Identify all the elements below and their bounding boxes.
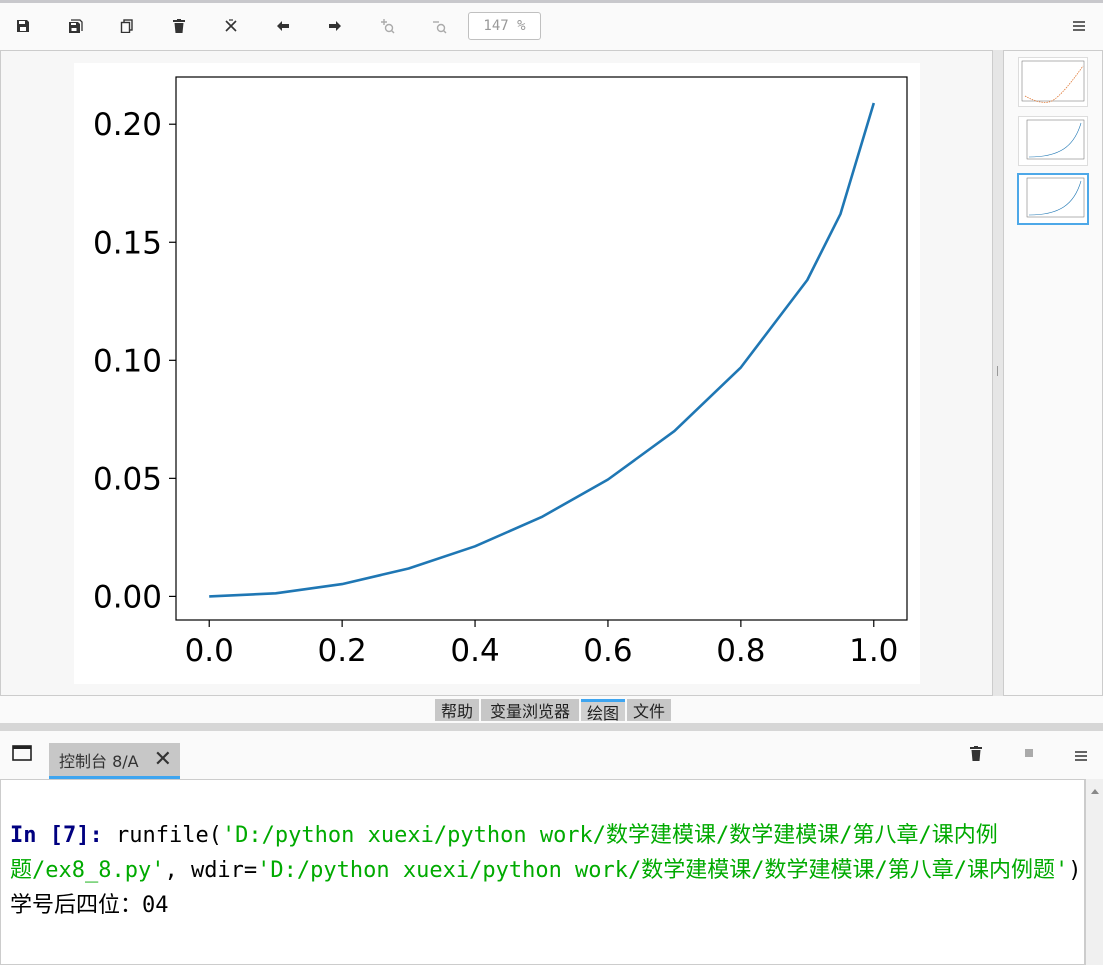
close-icon[interactable]: ✕ xyxy=(154,747,172,772)
input-prompt: In [7]: xyxy=(10,823,103,848)
thumbnail-1[interactable] xyxy=(1018,57,1088,107)
thumbnail-3-selected[interactable] xyxy=(1017,173,1089,225)
figure-canvas: 0.0 0.2 0.4 0.6 0.8 1.0 0.00 0.05 0.10 0.15 0.20 xyxy=(74,63,920,684)
y-tick-label-1: 0.05 xyxy=(93,461,162,497)
ipython-console[interactable]: In [7]: runfile( 'D:/python xuexi/python … xyxy=(0,779,1085,965)
back-arrow-icon[interactable] xyxy=(270,13,296,39)
console-header: 控制台 8/A ✕ xyxy=(0,731,1103,779)
console-scrollbar[interactable] xyxy=(1085,779,1103,965)
tab-help[interactable]: 帮助 xyxy=(435,699,479,721)
zoom-level-field[interactable]: 147 % xyxy=(468,12,541,40)
plots-toolbar: 147 % xyxy=(0,3,1103,49)
zoom-out-icon[interactable] xyxy=(426,13,452,39)
command-close: ) xyxy=(1068,858,1082,883)
output-label: 学号后四位： xyxy=(10,893,143,918)
copy-icon[interactable] xyxy=(114,13,140,39)
horizontal-splitter[interactable] xyxy=(0,723,1103,731)
command-function: runfile( xyxy=(115,823,222,848)
forward-arrow-icon[interactable] xyxy=(322,13,348,39)
save-icon[interactable] xyxy=(10,13,36,39)
trash-icon[interactable] xyxy=(166,13,192,39)
pane-tab-bar: 帮助 变量浏览器 绘图 文件 xyxy=(0,697,1103,723)
trash-icon[interactable] xyxy=(970,746,982,765)
series-line-0 xyxy=(209,102,876,598)
y-tick-label-4: 0.20 xyxy=(93,107,162,143)
tab-files[interactable]: 文件 xyxy=(627,699,671,721)
splitter-grip-icon xyxy=(997,366,998,376)
y-tick-label-2: 0.10 xyxy=(93,343,162,379)
y-tick-label-3: 0.15 xyxy=(93,225,162,261)
menu-icon[interactable] xyxy=(1074,747,1088,766)
console-tab[interactable]: 控制台 8/A ✕ xyxy=(49,743,180,779)
stop-icon[interactable] xyxy=(1025,749,1033,757)
command-arg-wdir: 'D:/python xuexi/python work/数学建模课/数学建模课… xyxy=(257,858,1069,883)
output-value: 04 xyxy=(142,893,169,918)
window-undock-icon[interactable] xyxy=(12,745,32,765)
line-chart: 0.0 0.2 0.4 0.6 0.8 1.0 0.00 0.05 0.10 0.15 0.20 xyxy=(93,76,908,669)
vertical-splitter[interactable] xyxy=(993,50,1003,696)
x-tick-label-2: 0.4 xyxy=(450,633,499,669)
x-tick-label-0: 0.0 xyxy=(185,633,234,669)
close-all-icon[interactable] xyxy=(218,13,244,39)
x-tick-label-1: 0.2 xyxy=(317,633,366,669)
thumbnail-2[interactable] xyxy=(1018,116,1088,166)
menu-icon[interactable] xyxy=(1066,13,1092,39)
tab-plots[interactable]: 绘图 xyxy=(581,699,625,723)
x-tick-label-5: 1.0 xyxy=(849,633,898,669)
zoom-in-icon[interactable] xyxy=(374,13,400,39)
console-tab-label: 控制台 8/A xyxy=(59,751,139,771)
tab-variable-explorer[interactable]: 变量浏览器 xyxy=(481,699,579,721)
y-tick-label-0: 0.00 xyxy=(93,579,162,615)
axes-frame xyxy=(175,76,908,621)
command-separator: , wdir= xyxy=(164,858,258,883)
scroll-up-icon[interactable] xyxy=(1087,785,1103,797)
x-tick-label-3: 0.6 xyxy=(583,633,632,669)
save-all-icon[interactable] xyxy=(62,13,88,39)
thumbnail-panel xyxy=(1003,50,1103,696)
x-tick-label-4: 0.8 xyxy=(716,633,765,669)
